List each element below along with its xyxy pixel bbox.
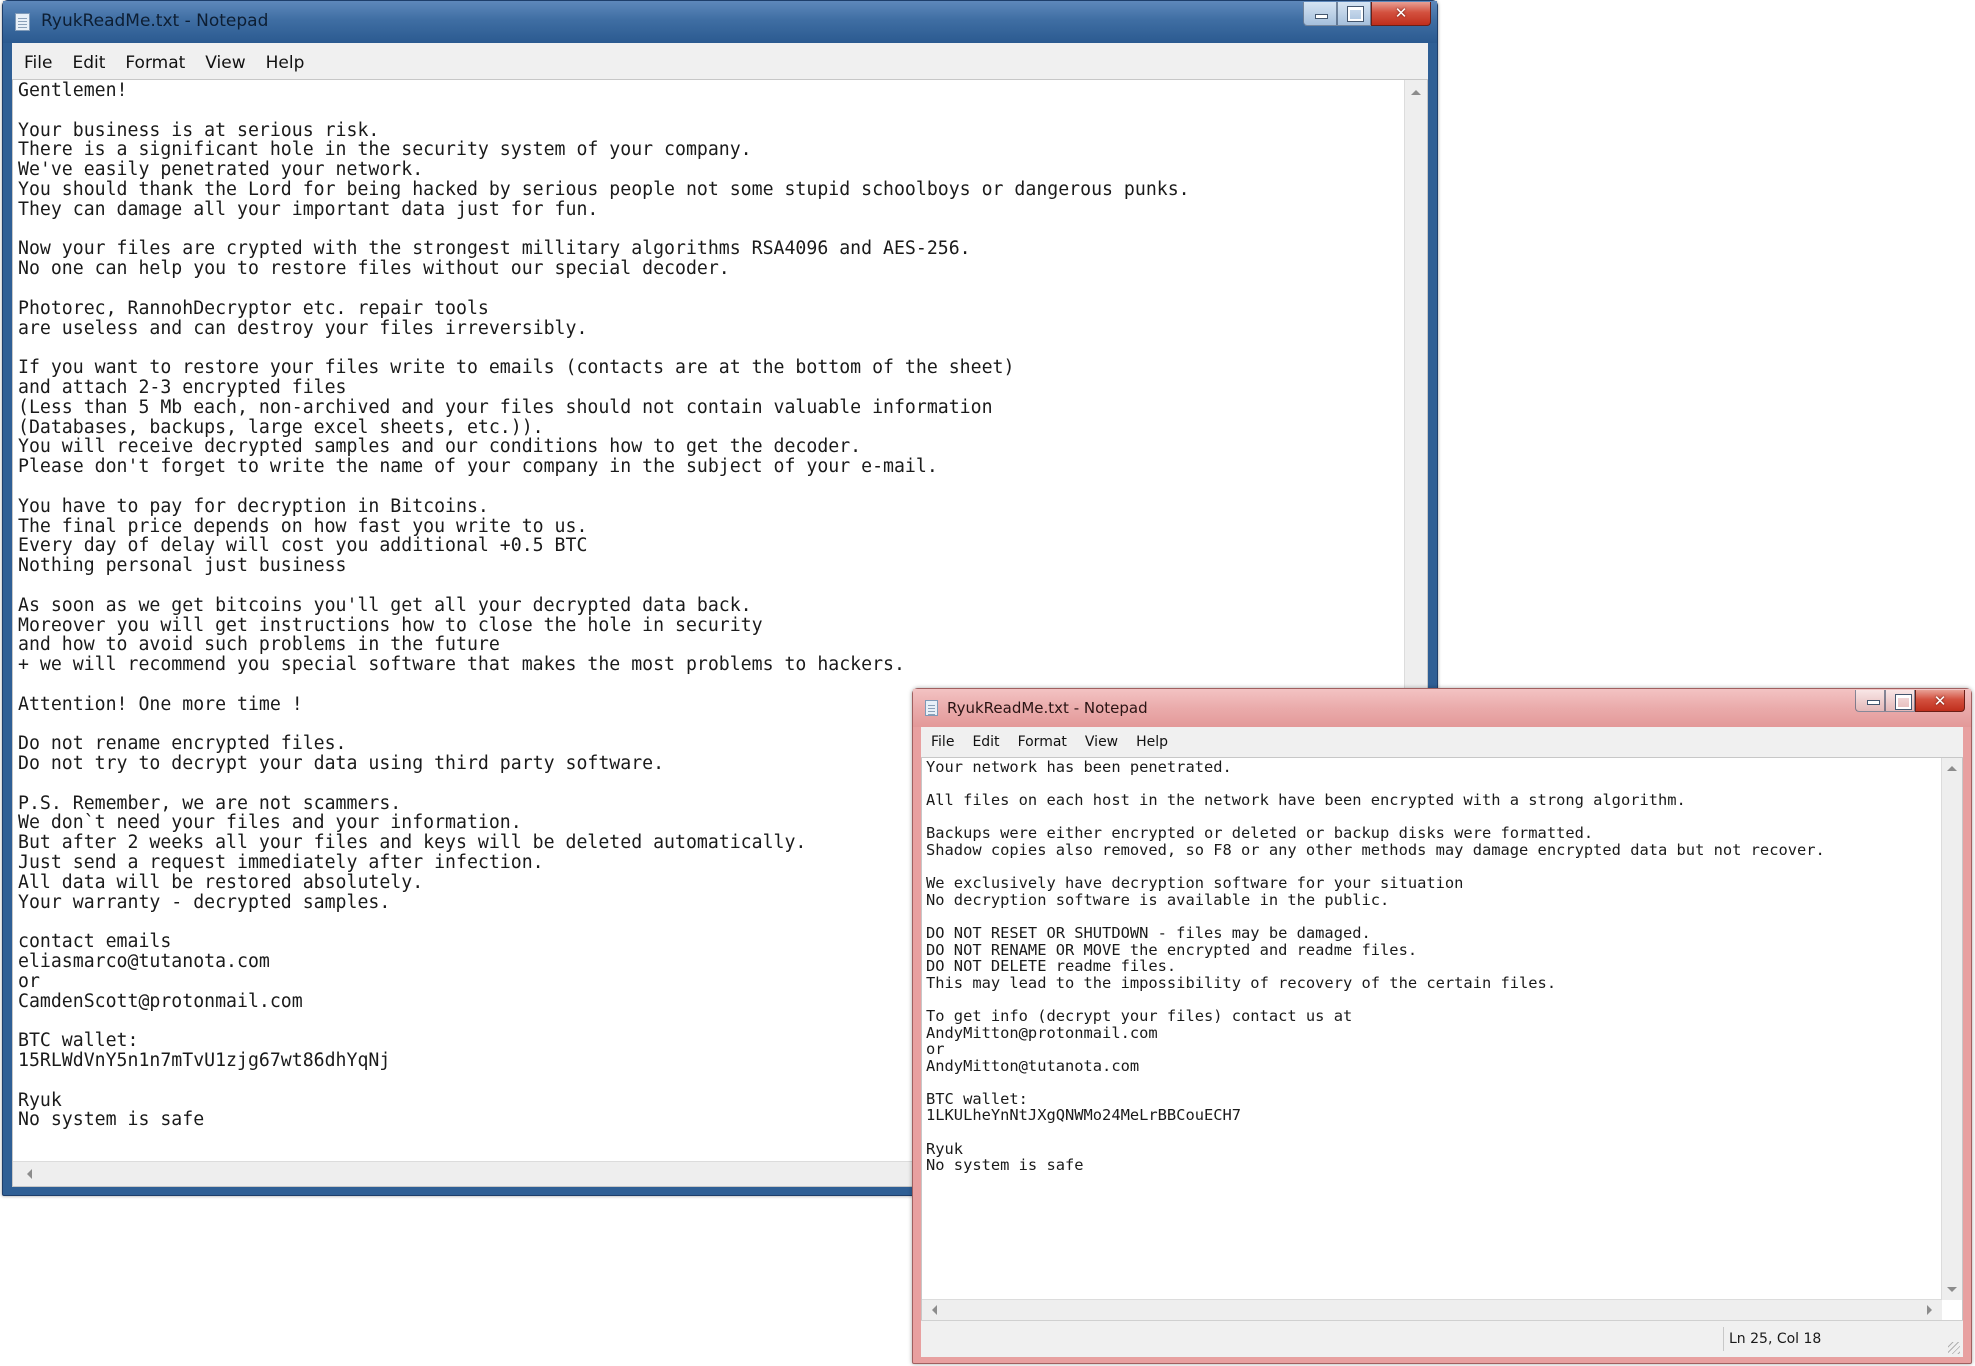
- document-text[interactable]: Your network has been penetrated. All fi…: [926, 759, 1825, 1174]
- notepad-window-front[interactable]: RyukReadMe.txt - Notepad ✕ File Edit For…: [912, 688, 1972, 1364]
- window-title: RyukReadMe.txt - Notepad: [947, 699, 1148, 717]
- title-bar[interactable]: RyukReadMe.txt - Notepad ✕: [913, 689, 1971, 727]
- status-divider: [1723, 1327, 1724, 1351]
- notepad-icon: [925, 700, 938, 716]
- notepad-icon: [15, 13, 30, 31]
- close-icon: ✕: [1394, 4, 1408, 22]
- resize-grip-icon[interactable]: [1948, 1342, 1960, 1354]
- maximize-button[interactable]: [1337, 2, 1371, 26]
- horizontal-scrollbar[interactable]: [922, 1299, 1942, 1320]
- status-bar: Ln 25, Col 18: [921, 1320, 1963, 1357]
- menu-bar: File Edit Format View Help: [12, 43, 1428, 80]
- menu-bar: File Edit Format View Help: [921, 727, 1963, 758]
- menu-file[interactable]: File: [12, 43, 62, 79]
- menu-view[interactable]: View: [195, 43, 255, 79]
- caption-buttons: ✕: [1303, 2, 1431, 26]
- menu-help[interactable]: Help: [256, 43, 315, 79]
- scroll-down-icon[interactable]: [1947, 1287, 1957, 1292]
- vertical-scrollbar[interactable]: [1941, 758, 1962, 1300]
- client-area: File Edit Format View Help Your network …: [921, 727, 1963, 1357]
- text-editor[interactable]: Your network has been penetrated. All fi…: [921, 757, 1963, 1321]
- menu-edit[interactable]: Edit: [963, 727, 1008, 757]
- menu-help[interactable]: Help: [1127, 727, 1177, 757]
- scroll-left-icon[interactable]: [27, 1169, 32, 1179]
- menu-format[interactable]: Format: [115, 43, 195, 79]
- menu-view[interactable]: View: [1076, 727, 1127, 757]
- close-button[interactable]: ✕: [1915, 690, 1965, 712]
- window-title: RyukReadMe.txt - Notepad: [41, 11, 269, 31]
- menu-file[interactable]: File: [921, 727, 963, 757]
- scroll-up-icon[interactable]: [1947, 766, 1957, 771]
- close-button[interactable]: ✕: [1371, 2, 1431, 26]
- caption-buttons: ✕: [1855, 690, 1965, 712]
- scroll-left-icon[interactable]: [932, 1305, 937, 1315]
- maximize-button[interactable]: [1885, 690, 1915, 712]
- title-bar[interactable]: RyukReadMe.txt - Notepad ✕: [3, 1, 1437, 43]
- scroll-up-icon[interactable]: [1411, 90, 1421, 95]
- close-icon: ✕: [1933, 692, 1947, 710]
- cursor-position: Ln 25, Col 18: [1729, 1331, 1822, 1347]
- scroll-right-icon[interactable]: [1927, 1305, 1932, 1315]
- menu-edit[interactable]: Edit: [62, 43, 115, 79]
- minimize-button[interactable]: [1303, 2, 1337, 26]
- minimize-button[interactable]: [1855, 690, 1885, 712]
- menu-format[interactable]: Format: [1009, 727, 1076, 757]
